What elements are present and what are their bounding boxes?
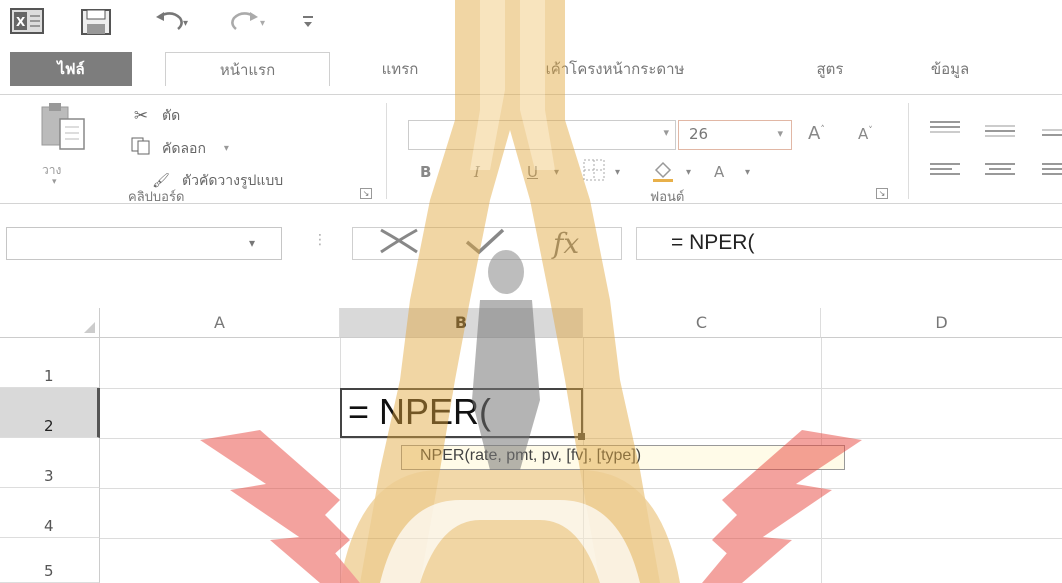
row-header-4[interactable]: 4	[0, 488, 100, 538]
name-box[interactable]: ▾	[6, 227, 282, 260]
align-top-icon[interactable]	[930, 121, 962, 141]
underline-button[interactable]: U	[527, 163, 538, 181]
chevron-down-icon[interactable]: ▾	[615, 167, 620, 178]
formula-buttons: fx	[352, 227, 622, 260]
format-painter-label: ตัวคัดวางรูปแบบ	[182, 173, 284, 189]
chevron-down-icon[interactable]: ▾	[777, 127, 783, 140]
copy-icon	[130, 137, 152, 160]
worksheet-grid: A B C D 1 2 3 4 5 = NPER( NPER(rate, pmt…	[0, 308, 1062, 583]
column-header-b[interactable]: B	[340, 308, 583, 338]
fill-color-icon[interactable]	[650, 158, 676, 188]
ribbon-tabs: ไฟล์ หน้าแรก แทรก เค้าโครงหน้ากระดาษ สูต…	[0, 44, 1062, 94]
gridline	[100, 538, 1062, 539]
separator	[386, 103, 387, 199]
insert-function-icon[interactable]: fx	[553, 227, 579, 260]
ribbon-home: วาง ▾ ✂ ตัด คัดลอก ▾ 🖌 ตัวคัดวางรูปแบบ ค…	[0, 94, 1062, 205]
align-center-icon[interactable]	[985, 163, 1017, 183]
excel-icon: X	[10, 8, 44, 34]
bold-button[interactable]: B	[420, 163, 431, 181]
gridline	[340, 338, 341, 583]
clipboard-launcher-icon[interactable]: ↘	[360, 188, 372, 199]
tab-home[interactable]: หน้าแรก	[165, 52, 330, 86]
redo-icon[interactable]: ▾	[226, 8, 266, 34]
font-name-box[interactable]: ▾	[408, 120, 676, 150]
align-middle-icon[interactable]	[985, 125, 1017, 145]
chevron-down-icon[interactable]: ▾	[249, 236, 255, 250]
svg-text:▾: ▾	[260, 18, 265, 29]
formula-input[interactable]: = NPER(	[636, 227, 1062, 260]
cut-label: ตัด	[162, 108, 181, 124]
active-cell-b2[interactable]: = NPER(	[340, 388, 583, 438]
fill-handle[interactable]	[578, 433, 585, 440]
font-launcher-icon[interactable]: ↘	[876, 188, 888, 199]
row-header-3[interactable]: 3	[0, 438, 100, 488]
align-bottom-icon[interactable]	[1042, 129, 1062, 149]
cut-button[interactable]: ✂ ตัด	[130, 105, 180, 127]
formula-bar: ▾ ⋮ fx = NPER(	[0, 204, 1062, 308]
svg-text:▾: ▾	[183, 18, 188, 29]
gridline	[100, 488, 1062, 489]
chevron-down-icon[interactable]: ▾	[686, 167, 691, 178]
copy-button[interactable]: คัดลอก ▾	[130, 137, 229, 160]
tab-file[interactable]: ไฟล์	[10, 52, 132, 86]
customize-icon[interactable]	[300, 12, 316, 30]
tab-insert[interactable]: แทรก	[360, 52, 440, 86]
save-icon[interactable]	[80, 8, 112, 36]
splitter-dots-icon[interactable]: ⋮	[313, 232, 328, 248]
cancel-icon[interactable]	[377, 226, 421, 264]
chevron-down-icon[interactable]: ▾	[554, 167, 559, 178]
scissors-icon: ✂	[133, 106, 149, 126]
borders-icon[interactable]	[582, 158, 606, 186]
paste-icon[interactable]	[38, 101, 88, 153]
tab-page-layout[interactable]: เค้าโครงหน้ากระดาษ	[490, 52, 740, 86]
tab-formulas[interactable]: สูตร	[795, 52, 865, 86]
font-color-button[interactable]: A	[714, 163, 724, 181]
function-tooltip: NPER(rate, pmt, pv, [fv], [type])	[401, 445, 845, 470]
row-header-1[interactable]: 1	[0, 338, 100, 388]
column-header-d[interactable]: D	[821, 308, 1062, 338]
quick-access-toolbar: X ▾ ▾	[0, 0, 1062, 44]
chevron-down-icon[interactable]: ▾	[52, 177, 57, 187]
font-size-value: 26	[689, 125, 709, 143]
shrink-font-button[interactable]: A˅	[858, 125, 873, 143]
align-right-icon[interactable]	[1042, 163, 1062, 183]
undo-icon[interactable]: ▾	[152, 8, 192, 34]
column-header-c[interactable]: C	[583, 308, 821, 338]
select-all-button[interactable]	[0, 308, 100, 338]
row-header-5[interactable]: 5	[0, 538, 100, 583]
font-size-box[interactable]: 26 ▾	[678, 120, 792, 150]
column-header-a[interactable]: A	[100, 308, 340, 338]
chevron-down-icon[interactable]: ▾	[745, 167, 750, 178]
copy-label: คัดลอก	[162, 140, 206, 157]
align-left-icon[interactable]	[930, 163, 962, 183]
svg-text:X: X	[16, 15, 26, 29]
tab-data[interactable]: ข้อมูล	[905, 52, 995, 86]
chevron-down-icon[interactable]: ▾	[224, 143, 229, 154]
chevron-down-icon[interactable]: ▾	[663, 126, 669, 139]
enter-check-icon[interactable]	[463, 226, 507, 264]
grow-font-button[interactable]: A˄	[808, 123, 825, 144]
row-header-2[interactable]: 2	[0, 388, 100, 438]
italic-button[interactable]: I	[474, 163, 480, 181]
separator	[908, 103, 909, 199]
